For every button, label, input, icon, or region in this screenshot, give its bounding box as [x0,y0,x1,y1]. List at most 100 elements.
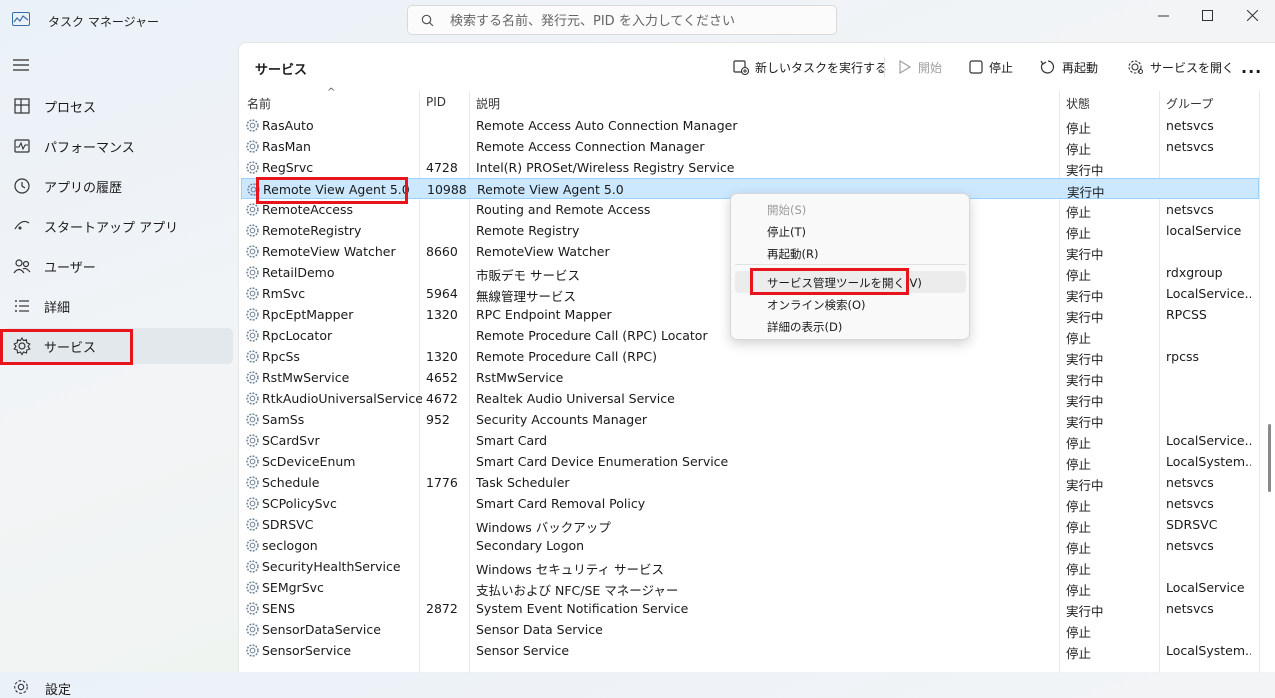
search-box[interactable] [407,5,837,35]
table-row[interactable]: seclogon Secondary Logon 停止 netsvcs [241,535,1259,556]
service-description: Remote Procedure Call (RPC) [476,349,657,364]
service-name: SensorService [262,643,352,658]
stop-button[interactable]: 停止 [969,54,1013,80]
service-status: 実行中 [1066,352,1104,367]
sidebar-item-details[interactable]: 詳細 [4,288,233,324]
service-group: LocalService [1166,580,1245,595]
header-group[interactable]: グループ [1166,95,1213,112]
sidebar-item-startup-apps[interactable]: スタートアップ アプリ [4,208,233,244]
table-row[interactable]: ScDeviceEnum Smart Card Device Enumeratio… [241,451,1259,472]
table-row[interactable]: SENS 2872 System Event Notification Servic… [241,598,1259,619]
service-gear-icon [246,287,259,300]
header-status[interactable]: 状態 [1066,95,1090,112]
page-title: サービス [255,63,308,78]
minimize-button[interactable] [1140,0,1186,30]
service-name: RegSrvc [262,160,314,175]
service-name: SamSs [262,412,305,427]
settings-label: 設定 [45,683,72,698]
run-new-task-button[interactable]: 新しいタスクを実行する [733,54,887,80]
table-row[interactable]: SamSs 952 Security Accounts Manager 実行中 [241,409,1259,430]
sidebar-item-performance[interactable]: パフォーマンス [4,128,233,164]
context-search-online[interactable]: オンライン検索(O) [767,297,866,313]
service-description: Security Accounts Manager [476,412,648,427]
service-pid: 10988 [427,182,467,197]
service-gear-icon [246,623,259,636]
service-pid: 952 [426,412,450,427]
table-row[interactable]: RpcSs 1320 Remote Procedure Call (RPC) 実行中 r… [241,346,1259,367]
service-gear-icon [246,203,259,216]
service-group: LocalService... [1166,286,1251,301]
service-name: Schedule [262,475,320,490]
maximize-button[interactable] [1184,0,1230,30]
stop-icon [969,60,983,74]
more-options-button[interactable]: ... [1241,54,1262,80]
table-row[interactable]: RasAuto Remote Access Auto Connection Man… [241,115,1259,136]
table-row[interactable]: SDRSVC Windows バックアップ 停止 SDRSVC [241,514,1259,535]
sidebar-item-app-history[interactable]: アプリの履歴 [4,168,233,204]
table-row[interactable]: SensorService Sensor Service 停止 LocalSystem… [241,640,1259,661]
header-name[interactable]: 名前 [247,95,271,112]
services-tool-icon [1128,60,1143,74]
service-status: 停止 [1066,142,1092,157]
service-description: Realtek Audio Universal Service [476,391,675,406]
service-gear-icon [246,518,259,531]
service-name: RpcLocator [262,328,333,343]
context-restart[interactable]: 再起動(R) [767,246,818,262]
service-group: netsvcs [1166,475,1214,490]
table-row[interactable]: SCPolicySvc Smart Card Removal Policy 停止 ne… [241,493,1259,514]
service-description: Intel(R) PROSet/Wireless Registry Servic… [476,160,735,175]
context-view-details[interactable]: 詳細の表示(D) [767,319,842,335]
table-row[interactable]: SensorDataService Sensor Data Service 停止 [241,619,1259,640]
table-row[interactable]: RstMwService 4652 RstMwService 実行中 [241,367,1259,388]
context-menu-separator [735,264,966,265]
search-input[interactable] [448,10,832,32]
context-stop[interactable]: 停止(T) [767,224,806,240]
scrollbar-thumb[interactable] [1268,424,1271,492]
service-group: LocalSystem... [1166,454,1251,469]
service-status: 実行中 [1066,604,1104,619]
service-name: SCardSvr [262,433,320,448]
service-gear-icon [246,371,259,384]
table-row[interactable]: Schedule 1776 Task Scheduler 実行中 netsvcs [241,472,1259,493]
sort-ascending-icon: ^ [327,87,336,98]
table-row[interactable]: SecurityHealthService Windows セキュリティ サービス… [241,556,1259,577]
details-icon [15,300,29,312]
service-status: 停止 [1066,436,1092,451]
service-status: 実行中 [1066,478,1104,493]
table-row[interactable]: RtkAudioUniversalService 4672 Realtek Audi… [241,388,1259,409]
service-name: ScDeviceEnum [262,454,356,469]
service-gear-icon [246,329,259,342]
history-icon [14,178,30,194]
restart-button[interactable]: 再起動 [1040,54,1098,80]
service-gear-icon [246,539,259,552]
table-header: ^ 名前 PID 説明 状態 グループ [239,87,1275,113]
toolbar-separator [884,57,885,77]
open-services-button[interactable]: サービスを開く [1128,54,1234,80]
table-row[interactable]: RegSrvc 4728 Intel(R) PROSet/Wireless Regi… [241,157,1259,178]
sidebar-item-processes[interactable]: プロセス [4,88,233,124]
service-status: 停止 [1066,520,1092,535]
service-name: SENS [262,601,296,616]
start-button[interactable]: 開始 [898,54,942,80]
service-status: 停止 [1066,583,1092,598]
play-icon [899,60,912,74]
header-description[interactable]: 説明 [476,95,500,112]
performance-icon [14,139,30,153]
service-group: netsvcs [1166,139,1214,154]
service-gear-icon [246,581,259,594]
close-button[interactable] [1229,0,1275,30]
title-bar: タスク マネージャー [0,0,1275,40]
service-status: 実行中 [1066,163,1104,178]
context-start[interactable]: 開始(S) [767,202,806,218]
column-divider[interactable] [1259,91,1260,673]
hamburger-menu-icon[interactable] [12,58,30,72]
table-row[interactable]: RasMan Remote Access Connection Manager 停止… [241,136,1259,157]
table-row[interactable]: SCardSvr Smart Card 停止 LocalService... [241,430,1259,451]
service-status: 実行中 [1066,310,1104,325]
run-new-task-label: 新しいタスクを実行する [755,60,888,75]
header-pid[interactable]: PID [426,95,446,109]
service-description: Secondary Logon [476,538,585,553]
table-row[interactable]: SEMgrSvc 支払いおよび NFC/SE マネージャー 停止 LocalServi… [241,577,1259,598]
service-group: netsvcs [1166,538,1214,553]
sidebar-item-users[interactable]: ユーザー [4,248,233,284]
